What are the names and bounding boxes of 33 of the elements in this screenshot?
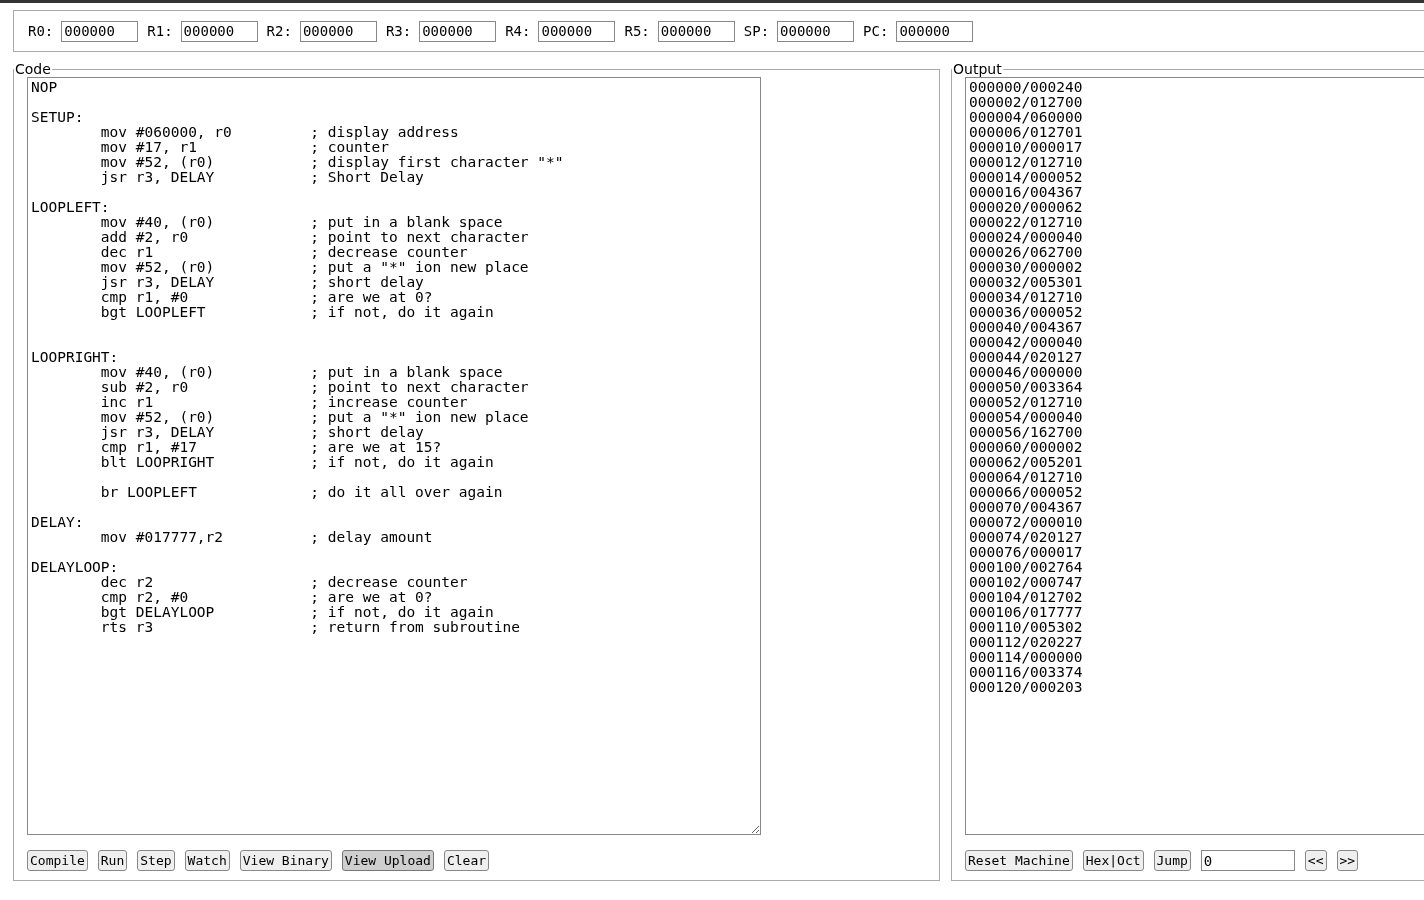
register-label: R5: <box>624 23 650 39</box>
register-label: R0: <box>28 23 54 39</box>
toolbar-button[interactable]: Step <box>137 850 175 871</box>
code-legend: Code <box>14 61 52 77</box>
register-label: R3: <box>385 23 412 39</box>
jump-button[interactable]: Jump <box>1153 850 1191 871</box>
toolbar-button[interactable]: Watch <box>184 850 230 871</box>
register-label: R1: <box>147 23 173 39</box>
register-label: R2: <box>266 23 292 39</box>
register-field[interactable]: 000000 <box>657 20 735 42</box>
hex-oct-toggle-button[interactable]: Hex|Oct <box>1082 850 1144 871</box>
jump-address-field[interactable]: 0 <box>1200 850 1295 871</box>
register-field[interactable]: 000000 <box>299 20 377 42</box>
previous-button[interactable]: << <box>1304 850 1327 871</box>
register-label: SP: <box>743 23 770 39</box>
register-field[interactable]: 000000 <box>777 20 855 42</box>
toolbar-button[interactable]: Run <box>97 850 128 871</box>
toolbar-button[interactable]: View Upload <box>341 850 434 871</box>
register-label: PC: <box>863 23 889 39</box>
output-legend: Output <box>952 61 1003 77</box>
output-listing[interactable]: 000000/000240 000002/012700 000004/060000 000006/012701 000010/000017 000012/012710 000014/000052 000016/004367 000020/000062 000022/012710 000024/000040 000026/062700 000030/000002 000032/005301 000034/012710 000036/000052 000040/004367 000042/000040 000044/020127 000046/000000 000050/003364 000052/012710 000054/000040 000056/162700 000060/000002 000062/005201 000064/012710 000066/000052 000070/004367 000072/000010 000074/020127 000076/000017 000100/002764 000102/000747 000104/012702 000106/017777 000110/005302 000112/020227 000114/000000 000116/003374 000120/000203 <box>965 77 1424 835</box>
register-field[interactable]: 000000 <box>538 20 616 42</box>
register-field[interactable]: 000000 <box>896 20 974 42</box>
register-field[interactable]: 000000 <box>61 20 139 42</box>
toolbar-button[interactable]: Compile <box>27 850 88 871</box>
register-field[interactable]: 000000 <box>180 20 258 42</box>
reset-machine-button[interactable]: Reset Machine <box>965 850 1073 871</box>
next-button[interactable]: >> <box>1336 850 1359 871</box>
register-label: R4: <box>505 23 531 39</box>
toolbar-button[interactable]: Clear <box>443 850 490 871</box>
code-editor[interactable]: NOP SETUP: mov #060000, r0 ; display address mov #17, r1 ; counter mov #52, (r0) ; display first character "*" jsr r3, DELAY ; Short Delay LOOPLEFT: mov #40, (r0) ; put in a blank space add #2, r0 ; point to next character dec r1 ; decrease counter mov #52, (r0) ; put a "*" ion new place jsr r3, DELAY ; short delay cmp r1, #0 ; are we at 0? bgt LOOPLEFT ; if not, do it again LOOPRIGHT: mov #40, (r0) ; put in a blank space sub #2, r0 ; point to next character inc r1 ; increase counter mov #52, (r0) ; put a "*" ion new place jsr r3, DELAY ; short delay cmp r1, #17 ; are we at 15? blt LOOPRIGHT ; if not, do it again br LOOPLEFT ; do it all over again DELAY: mov #017777,r2 ; delay amount DELAYLOOP: dec r2 ; decrease counter cmp r2, #0 ; are we at 0? bgt DELAYLOOP ; if not, do it again rts r3 ; return from subroutine <box>27 77 761 835</box>
register-field[interactable]: 000000 <box>419 20 497 42</box>
toolbar-button[interactable]: View Binary <box>239 850 332 871</box>
